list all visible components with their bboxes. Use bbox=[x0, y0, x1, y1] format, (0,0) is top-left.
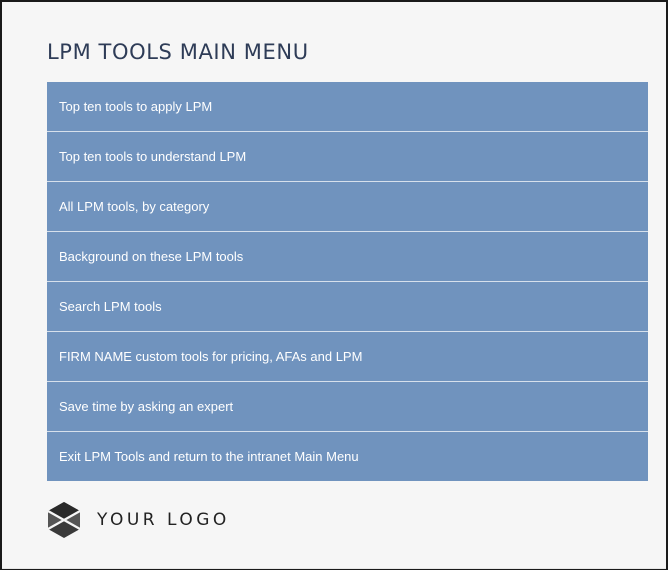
menu-item-background[interactable]: Background on these LPM tools bbox=[47, 232, 648, 282]
page-title: LPM TOOLS MAIN MENU bbox=[47, 40, 309, 64]
menu-item-exit-to-intranet[interactable]: Exit LPM Tools and return to the intrane… bbox=[47, 432, 648, 481]
bottom-divider bbox=[2, 568, 666, 569]
logo: YOUR LOGO bbox=[47, 501, 230, 539]
menu-panel: LPM TOOLS MAIN MENU Top ten tools to app… bbox=[0, 0, 668, 570]
logo-text: YOUR LOGO bbox=[97, 510, 230, 530]
main-menu: Top ten tools to apply LPM Top ten tools… bbox=[47, 82, 648, 481]
menu-item-search-tools[interactable]: Search LPM tools bbox=[47, 282, 648, 332]
menu-item-all-tools-by-category[interactable]: All LPM tools, by category bbox=[47, 182, 648, 232]
menu-item-top-ten-understand[interactable]: Top ten tools to understand LPM bbox=[47, 132, 648, 182]
menu-item-ask-expert[interactable]: Save time by asking an expert bbox=[47, 382, 648, 432]
hexagon-cube-icon bbox=[47, 502, 81, 538]
menu-item-top-ten-apply[interactable]: Top ten tools to apply LPM bbox=[47, 82, 648, 132]
menu-item-firm-custom-tools[interactable]: FIRM NAME custom tools for pricing, AFAs… bbox=[47, 332, 648, 382]
